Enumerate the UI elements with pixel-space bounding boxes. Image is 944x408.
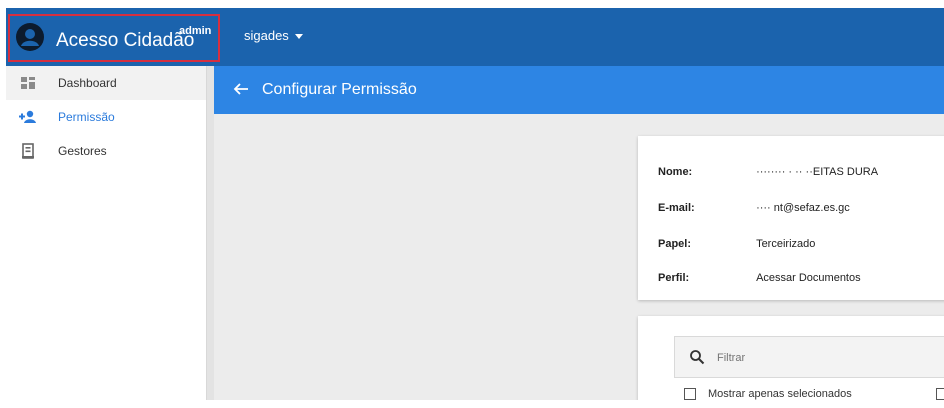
user-info-card: Nome: ········ · ·· ··EITAS DURA E-mail:… bbox=[638, 136, 944, 300]
page-title: Configurar Permissão bbox=[262, 81, 417, 98]
sidebar-item-label: Permissão bbox=[58, 110, 115, 124]
chevron-down-icon bbox=[294, 34, 303, 39]
sidebar: Dashboard Permissão Gestores bbox=[6, 66, 206, 400]
nome-label: Nome: bbox=[658, 166, 693, 178]
secondary-checkbox[interactable] bbox=[936, 388, 944, 400]
page-header: Configurar Permissão bbox=[214, 66, 944, 114]
top-bar: Acesso Cidadão admin sigades bbox=[6, 8, 944, 66]
perfil-label: Perfil: bbox=[658, 272, 690, 284]
info-row-nome: Nome: ········ · ·· ··EITAS DURA bbox=[658, 166, 878, 178]
show-selected-checkbox[interactable] bbox=[684, 388, 696, 400]
sidebar-item-permissao[interactable]: Permissão bbox=[6, 100, 206, 134]
add-user-icon bbox=[19, 110, 36, 123]
info-row-email: E-mail: ···· nt@sefaz.es.gc bbox=[658, 202, 850, 214]
info-row-papel: Papel: Terceirizado bbox=[658, 238, 815, 250]
building-icon bbox=[22, 143, 34, 159]
filter-input[interactable] bbox=[715, 347, 944, 369]
show-selected-label: Mostrar apenas selecionados bbox=[708, 388, 852, 400]
search-box[interactable] bbox=[674, 336, 944, 378]
sidebar-item-label: Gestores bbox=[58, 144, 107, 158]
brand-highlight[interactable]: Acesso Cidadão admin bbox=[8, 14, 220, 62]
sidebar-item-gestores[interactable]: Gestores bbox=[6, 134, 206, 168]
sidebar-item-dashboard[interactable]: Dashboard bbox=[6, 66, 206, 100]
account-icon bbox=[16, 23, 44, 51]
show-selected-toggle[interactable]: Mostrar apenas selecionados bbox=[684, 388, 852, 400]
info-row-perfil: Perfil: Acessar Documentos bbox=[658, 272, 861, 284]
perfil-value: Acessar Documentos bbox=[756, 272, 861, 284]
app-window: Acesso Cidadão admin sigades Dashboard P… bbox=[6, 8, 944, 400]
app-title: Acesso Cidadão bbox=[56, 30, 195, 51]
sidebar-item-label: Dashboard bbox=[58, 76, 117, 90]
filter-card: Mostrar apenas selecionados bbox=[638, 316, 944, 400]
main-content: Nome: ········ · ·· ··EITAS DURA E-mail:… bbox=[214, 114, 944, 400]
system-menu[interactable]: sigades bbox=[244, 28, 303, 43]
email-value: ···· nt@sefaz.es.gc bbox=[756, 202, 850, 214]
search-icon bbox=[690, 350, 705, 365]
arrow-left-icon[interactable] bbox=[232, 80, 250, 98]
email-label: E-mail: bbox=[658, 202, 695, 214]
papel-value: Terceirizado bbox=[756, 238, 816, 250]
admin-badge: admin bbox=[179, 25, 212, 37]
papel-label: Papel: bbox=[658, 238, 692, 250]
dashboard-icon bbox=[21, 77, 35, 89]
system-menu-label: sigades bbox=[244, 28, 289, 43]
nome-value: ········ · ·· ··EITAS DURA bbox=[756, 166, 879, 178]
